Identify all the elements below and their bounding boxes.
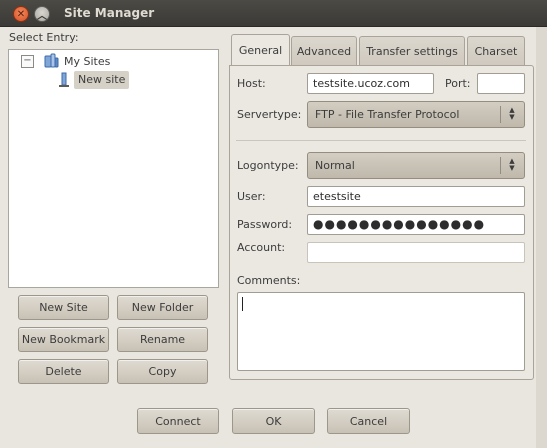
- text-caret: [242, 297, 243, 311]
- copy-button[interactable]: Copy: [117, 359, 208, 384]
- tab-advanced[interactable]: Advanced: [291, 36, 357, 65]
- rename-button[interactable]: Rename: [117, 327, 208, 352]
- tree-item-new-site[interactable]: New site: [74, 71, 129, 89]
- port-label: Port:: [445, 77, 471, 90]
- logontype-value: Normal: [315, 159, 355, 172]
- password-label: Password:: [237, 218, 293, 231]
- tab-charset[interactable]: Charset: [467, 36, 525, 65]
- tab-transfer-settings[interactable]: Transfer settings: [359, 36, 465, 65]
- password-input[interactable]: ●●●●●●●●●●●●●●●: [307, 214, 525, 235]
- new-site-button[interactable]: New Site: [18, 295, 109, 320]
- host-input[interactable]: testsite.ucoz.com: [307, 73, 434, 94]
- new-folder-button[interactable]: New Folder: [117, 295, 208, 320]
- connect-button[interactable]: Connect: [137, 408, 219, 434]
- combo-separator: [500, 106, 501, 123]
- section-divider: [236, 140, 526, 141]
- updown-arrows-icon: ▲ ▼: [509, 157, 515, 172]
- updown-arrows-icon: ▲ ▼: [509, 106, 515, 121]
- logontype-label: Logontype:: [237, 159, 299, 172]
- port-input[interactable]: [477, 73, 525, 94]
- comments-textarea[interactable]: [237, 292, 525, 371]
- collapse-icon[interactable]: −: [21, 55, 34, 68]
- close-icon[interactable]: ✕: [13, 6, 29, 22]
- delete-button[interactable]: Delete: [18, 359, 109, 384]
- site-icon: [59, 72, 69, 87]
- folder-icon: [44, 53, 59, 68]
- cancel-button[interactable]: Cancel: [327, 408, 410, 434]
- window-title: Site Manager: [64, 6, 155, 20]
- combo-separator: [500, 157, 501, 174]
- ok-button[interactable]: OK: [232, 408, 315, 434]
- new-bookmark-button[interactable]: New Bookmark: [18, 327, 109, 352]
- account-input[interactable]: [307, 242, 525, 263]
- host-label: Host:: [237, 77, 266, 90]
- tree-root-label[interactable]: My Sites: [64, 55, 110, 68]
- tab-general[interactable]: General: [231, 34, 290, 65]
- chevron-up-icon[interactable]: ︿: [34, 6, 50, 22]
- user-input[interactable]: etestsite: [307, 186, 525, 207]
- site-tree[interactable]: − My Sites New site: [8, 49, 219, 288]
- comments-label: Comments:: [237, 274, 301, 287]
- background-window-edge: [536, 27, 547, 448]
- user-label: User:: [237, 190, 266, 203]
- select-entry-label: Select Entry:: [9, 31, 79, 44]
- servertype-value: FTP - File Transfer Protocol: [315, 108, 460, 121]
- title-bar: ✕ ︿ Site Manager: [0, 0, 547, 27]
- account-label: Account:: [237, 241, 286, 254]
- servertype-label: Servertype:: [237, 108, 302, 121]
- tree-child-label: New site: [78, 73, 126, 86]
- servertype-select[interactable]: FTP - File Transfer Protocol ▲ ▼: [307, 101, 525, 128]
- logontype-select[interactable]: Normal ▲ ▼: [307, 152, 525, 179]
